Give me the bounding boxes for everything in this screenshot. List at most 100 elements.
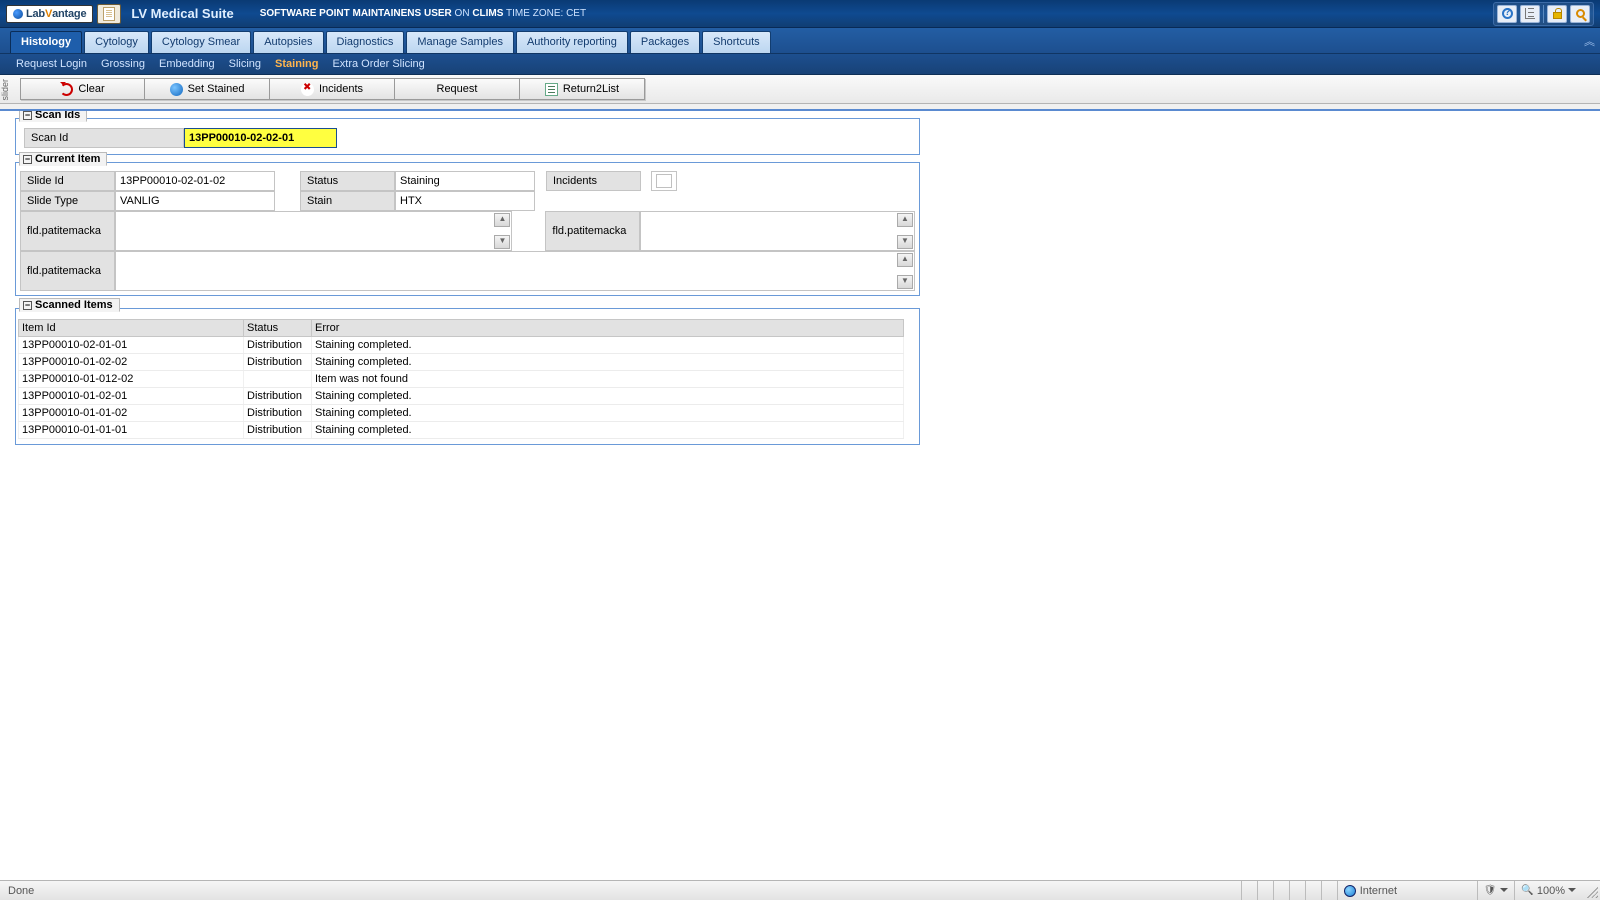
incidents-label: Incidents — [319, 83, 363, 95]
incidents-button[interactable]: Incidents — [270, 78, 395, 100]
work-area: − Scan Ids Scan Id − Current Item — [0, 109, 1600, 880]
macka-b-textarea[interactable]: ▲ ▼ — [640, 211, 915, 251]
zone-label: Internet — [1360, 885, 1397, 897]
sub-tab-embedding[interactable]: Embedding — [159, 58, 215, 70]
table-row[interactable]: 13PP00010-01-01-01DistributionStaining c… — [19, 422, 904, 439]
col-error[interactable]: Error — [312, 320, 904, 337]
incidents-label: Incidents — [546, 171, 641, 191]
request-button[interactable]: Request — [395, 78, 520, 100]
panel-scan-ids: − Scan Ids Scan Id — [15, 118, 920, 155]
scroll-up-icon[interactable]: ▲ — [897, 213, 913, 227]
scroll-down-icon[interactable]: ▼ — [897, 235, 913, 249]
chevron-down-icon — [1568, 888, 1576, 896]
table-row[interactable]: 13PP00010-01-02-01DistributionStaining c… — [19, 388, 904, 405]
clear-button[interactable]: Clear — [20, 78, 145, 100]
main-tab-cytology[interactable]: Cytology — [84, 31, 149, 53]
action-button-bar: Clear Set Stained Incidents Request Retu… — [0, 75, 1600, 104]
resize-grip-icon[interactable] — [1584, 884, 1598, 898]
scroll-up-icon[interactable]: ▲ — [494, 213, 510, 227]
panel-tab-scanned-items: − Scanned Items — [19, 298, 120, 312]
main-tab-authority-reporting[interactable]: Authority reporting — [516, 31, 628, 53]
notes-button[interactable] — [97, 4, 121, 24]
lock-icon — [1553, 12, 1562, 19]
sub-tab-request-login[interactable]: Request Login — [16, 58, 87, 70]
collapse-icon[interactable]: − — [23, 155, 32, 164]
col-item-id[interactable]: Item Id — [19, 320, 244, 337]
sub-tab-extra-order-slicing[interactable]: Extra Order Slicing — [332, 58, 424, 70]
macka-c-label: fld.patitemacka — [20, 251, 115, 291]
panel-scanned-items: − Scanned Items Item Id Status Error 13P… — [15, 308, 920, 445]
panel-title: Current Item — [35, 153, 100, 165]
collapse-chevron-icon[interactable]: ︽ — [1584, 33, 1592, 49]
table-row[interactable]: 13PP00010-02-01-01DistributionStaining c… — [19, 337, 904, 354]
logo-globe-icon — [13, 9, 23, 19]
help-icon — [1502, 8, 1513, 19]
main-tab-autopsies[interactable]: Autopsies — [253, 31, 323, 53]
slide-id-value: 13PP00010-02-01-02 — [115, 171, 275, 191]
macka-c-textarea[interactable]: ▲ ▼ — [115, 251, 915, 291]
incident-icon — [301, 83, 314, 96]
main-tab-diagnostics[interactable]: Diagnostics — [326, 31, 405, 53]
incidents-value[interactable] — [651, 171, 677, 191]
protected-mode-button[interactable]: 🛡 — [1477, 881, 1515, 900]
table-row[interactable]: 13PP00010-01-02-02DistributionStaining c… — [19, 354, 904, 371]
macka-a-label: fld.patitemacka — [20, 211, 115, 251]
request-label: Request — [437, 83, 478, 95]
user-info: SOFTWARE POINT MAINTAINENS USER ON CLIMS… — [260, 8, 586, 19]
zoom-control[interactable]: 🔍 100% — [1514, 881, 1582, 900]
panel-tab-scan-ids: − Scan Ids — [19, 109, 87, 122]
sub-tab-slicing[interactable]: Slicing — [229, 58, 261, 70]
set-stained-button[interactable]: Set Stained — [145, 78, 270, 100]
sub-tab-staining[interactable]: Staining — [275, 58, 318, 70]
slide-type-label: Slide Type — [20, 191, 115, 211]
sub-tab-grossing[interactable]: Grossing — [101, 58, 145, 70]
search-button[interactable] — [1570, 5, 1590, 23]
scroll-down-icon[interactable]: ▼ — [494, 235, 510, 249]
status-seg — [1289, 881, 1305, 900]
return2list-button[interactable]: Return2List — [520, 78, 645, 100]
globe-icon — [1344, 885, 1356, 897]
col-status[interactable]: Status — [244, 320, 312, 337]
help-button[interactable] — [1497, 5, 1517, 23]
slide-type-value: VANLIG — [115, 191, 275, 211]
macka-a-textarea[interactable]: ▲ ▼ — [115, 211, 513, 251]
scroll-down-icon[interactable]: ▼ — [897, 275, 913, 289]
security-zone[interactable]: Internet — [1337, 881, 1477, 900]
top-header: LabVantage LV Medical Suite SOFTWARE POI… — [0, 0, 1600, 28]
sitemap-button[interactable] — [1520, 5, 1540, 23]
status-seg — [1321, 881, 1337, 900]
blue-circle-icon — [170, 83, 183, 96]
main-tab-packages[interactable]: Packages — [630, 31, 700, 53]
chevron-down-icon — [1500, 888, 1508, 896]
collapse-icon[interactable]: − — [23, 301, 32, 310]
scan-id-input[interactable] — [184, 128, 337, 148]
status-seg — [1257, 881, 1273, 900]
main-tab-manage-samples[interactable]: Manage Samples — [406, 31, 514, 53]
main-tab-histology[interactable]: Histology — [10, 31, 82, 53]
return2list-label: Return2List — [563, 83, 619, 95]
panel-title: Scan Ids — [35, 109, 80, 121]
status-seg — [1273, 881, 1289, 900]
app-title: LV Medical Suite — [131, 6, 233, 21]
slider-label: slider — [0, 79, 10, 101]
main-tab-shortcuts[interactable]: Shortcuts — [702, 31, 770, 53]
scroll-up-icon[interactable]: ▲ — [897, 253, 913, 267]
status-label: Status — [300, 171, 395, 191]
main-tab-cytology-smear[interactable]: Cytology Smear — [151, 31, 251, 53]
notes-icon — [103, 7, 115, 21]
logo-button[interactable]: LabVantage — [6, 5, 93, 23]
main-tab-strip: HistologyCytologyCytology SmearAutopsies… — [0, 28, 1600, 54]
slide-id-label: Slide Id — [20, 171, 115, 191]
table-row[interactable]: 13PP00010-01-012-02Item was not found — [19, 371, 904, 388]
stain-label: Stain — [300, 191, 395, 211]
table-row[interactable]: 13PP00010-01-01-02DistributionStaining c… — [19, 405, 904, 422]
browser-status-bar: Done Internet 🛡 🔍 100% — [0, 880, 1600, 900]
collapse-icon[interactable]: − — [23, 111, 32, 120]
status-text: Done — [0, 885, 42, 897]
slider-handle[interactable]: slider — [0, 79, 14, 97]
panel-tab-current-item: − Current Item — [19, 152, 107, 166]
logo-text: LabVantage — [26, 8, 86, 20]
lock-button[interactable] — [1547, 5, 1567, 23]
panel-current-item: − Current Item Slide Id 13PP00010-02-01-… — [15, 162, 920, 296]
stain-value: HTX — [395, 191, 535, 211]
